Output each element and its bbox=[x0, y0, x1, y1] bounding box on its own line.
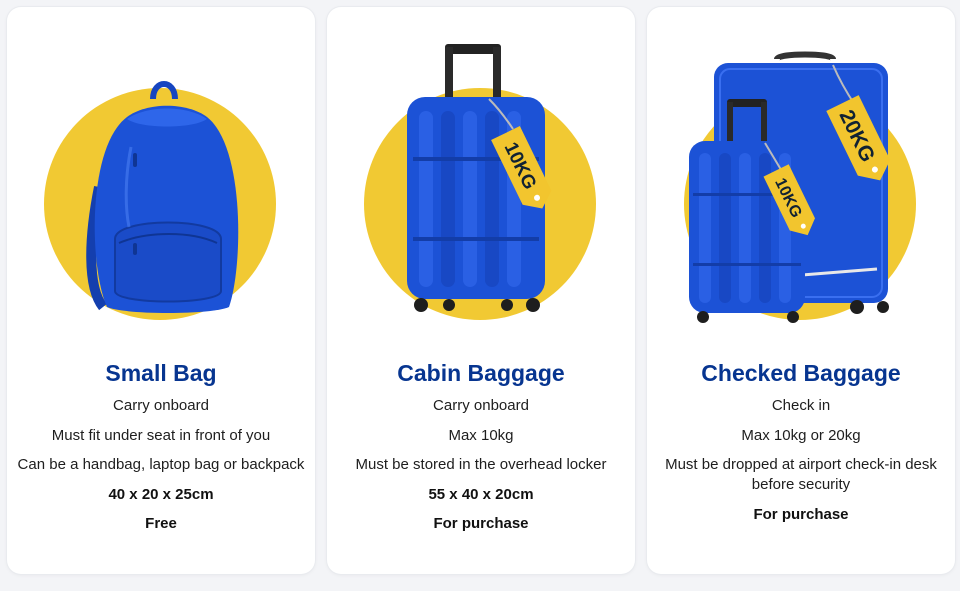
price: Free bbox=[145, 515, 177, 533]
info-line: Check in bbox=[771, 397, 831, 414]
cabin-baggage-card[interactable]: 10KG Cabin Baggage Carry onboard Max 10k… bbox=[327, 7, 635, 574]
info-line: Must be stored in the overhead locker bbox=[355, 456, 607, 474]
info-line: Carry onboard bbox=[113, 397, 209, 414]
card-title: Small Bag bbox=[105, 360, 217, 386]
dimensions: 55 x 40 x 20cm bbox=[428, 485, 534, 503]
info-line: Must fit under seat in front of you bbox=[51, 426, 271, 444]
card-title: Cabin Baggage bbox=[397, 360, 565, 386]
dimensions: 40 x 20 x 25cm bbox=[108, 485, 214, 503]
backpack-icon bbox=[44, 81, 276, 320]
info-line: Max 10kg bbox=[448, 426, 514, 444]
luggage-set-icon: 20KG 10KG bbox=[684, 51, 916, 323]
checked-baggage-card[interactable]: 20KG 10KG Checked Baggage Check in Max 1… bbox=[647, 7, 955, 574]
baggage-options: Small Bag Carry onboard Must fit under s… bbox=[0, 0, 960, 591]
card-title: Checked Baggage bbox=[701, 360, 901, 386]
price: For purchase bbox=[753, 505, 849, 523]
info-line: Max 10kg or 20kg bbox=[741, 426, 861, 444]
price: For purchase bbox=[433, 515, 529, 533]
info-line: Can be a handbag, laptop bag or backpack bbox=[17, 456, 305, 474]
info-line: Carry onboard bbox=[433, 397, 529, 414]
suitcase-icon: 10KG bbox=[364, 44, 596, 320]
small-bag-card[interactable]: Small Bag Carry onboard Must fit under s… bbox=[7, 7, 315, 574]
info-line: Must be dropped at airport check-in desk… bbox=[665, 456, 937, 494]
